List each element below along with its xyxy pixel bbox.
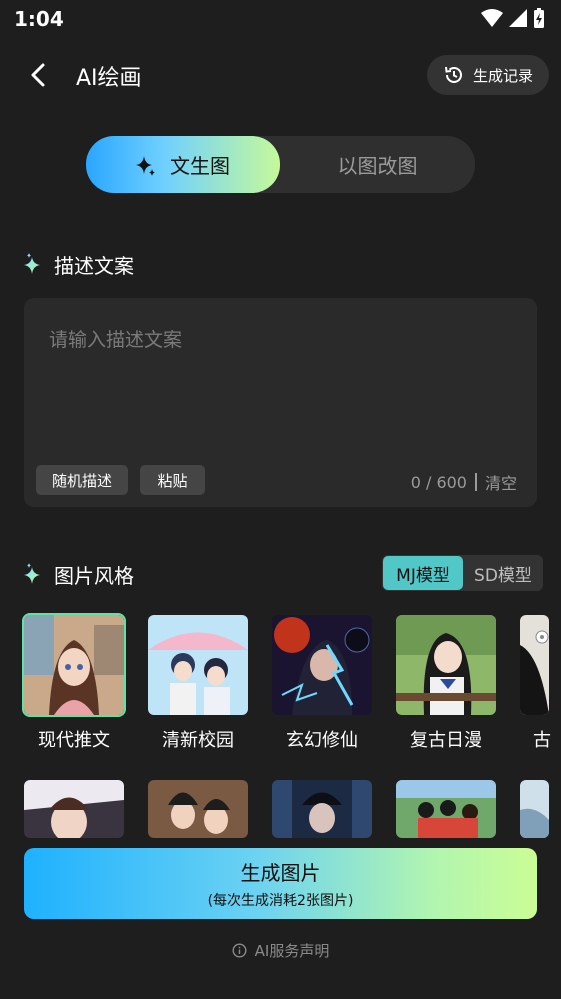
battery-icon (534, 8, 544, 28)
row2-image-2 (148, 780, 248, 838)
page-title: AI绘画 (76, 66, 142, 91)
sparkle-icon (24, 252, 40, 274)
info-icon (232, 943, 247, 958)
style-thumb-row2-4[interactable] (396, 780, 496, 838)
campus-style-image (148, 615, 248, 715)
row2-image-3 (272, 780, 372, 838)
style-heading: 图片风格 (24, 560, 134, 589)
history-clock-icon (444, 66, 462, 83)
style-label-modern: 现代推文 (38, 730, 110, 751)
random-description-button[interactable]: 随机描述 (36, 465, 128, 495)
style-thumb-ancient[interactable] (520, 615, 549, 715)
history-label: 生成记录 (472, 66, 533, 85)
style-thumb-row2-2[interactable] (148, 780, 248, 838)
sparkle-icon (136, 155, 155, 176)
row2-image-5 (520, 780, 549, 838)
row2-image-4 (396, 780, 496, 838)
clear-button[interactable]: 清空 (485, 470, 517, 494)
description-heading-label: 描述文案 (54, 254, 134, 278)
fantasy-style-image (272, 615, 372, 715)
style-thumb-row2-3[interactable] (272, 780, 372, 838)
style-heading-label: 图片风格 (54, 564, 134, 588)
tab-image-to-image-label: 以图改图 (337, 154, 418, 178)
style-label-retro: 复古日漫 (410, 730, 482, 751)
status-time: 1:04 (14, 7, 64, 31)
tab-text-to-image[interactable]: 文生图 (86, 136, 280, 193)
style-thumb-retro[interactable] (396, 615, 496, 715)
style-label-fantasy: 玄幻修仙 (286, 730, 358, 751)
generate-image-button[interactable]: 生成图片 (每次生成消耗2张图片) (24, 848, 537, 919)
style-thumb-campus[interactable] (148, 615, 248, 715)
generate-label: 生成图片 (240, 861, 321, 885)
ancient-style-image (520, 615, 549, 715)
tab-image-to-image[interactable]: 以图改图 (280, 136, 475, 193)
back-arrow-icon[interactable] (26, 62, 52, 88)
char-counter-row: 0 / 600 清空 (411, 470, 517, 494)
style-label-campus: 清新校园 (162, 730, 234, 751)
disclaimer-label: AI服务声明 (254, 942, 330, 960)
divider (474, 473, 477, 491)
paste-button[interactable]: 粘贴 (140, 465, 205, 495)
wifi-icon (481, 9, 503, 27)
style-thumb-row2-1[interactable] (24, 780, 124, 838)
style-label-ancient: 古 (533, 730, 551, 751)
generate-sublabel: (每次生成消耗2张图片) (207, 893, 354, 909)
model-mj-button[interactable]: MJ模型 (383, 556, 463, 590)
style-thumb-fantasy[interactable] (272, 615, 372, 715)
description-placeholder: 请输入描述文案 (49, 329, 183, 351)
style-thumb-modern[interactable] (22, 613, 126, 717)
status-icons (481, 8, 545, 28)
char-counter: 0 / 600 (410, 472, 467, 492)
description-heading: 描述文案 (24, 250, 134, 279)
history-button[interactable]: 生成记录 (427, 55, 549, 95)
sparkle-icon (24, 562, 40, 584)
style-thumb-row2-5[interactable] (520, 780, 549, 838)
tab-text-to-image-label: 文生图 (170, 154, 230, 178)
modern-style-image (24, 615, 124, 715)
ai-service-disclaimer[interactable]: AI服务声明 (0, 940, 561, 961)
model-sd-button[interactable]: SD模型 (463, 556, 543, 590)
retro-style-image (396, 615, 496, 715)
row2-image-1 (24, 780, 124, 838)
signal-icon (509, 9, 527, 27)
